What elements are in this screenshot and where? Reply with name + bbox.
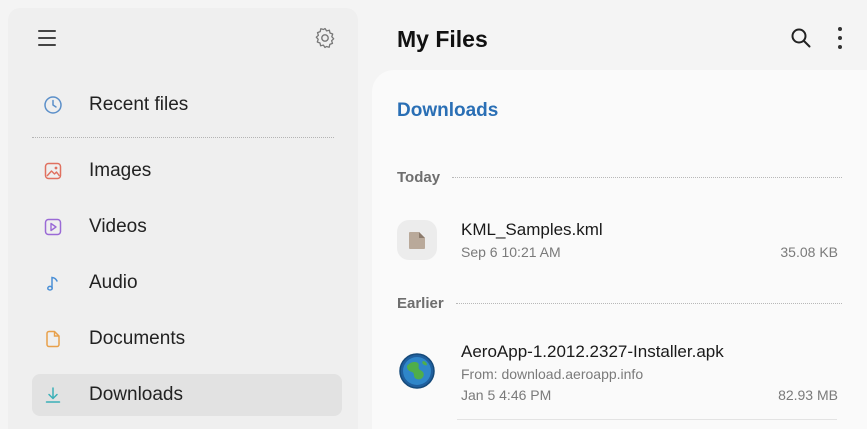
video-icon (42, 216, 64, 238)
group-label: Today (397, 168, 441, 186)
downloads-panel: Downloads Today KML_Samples.kml Sep 6 10… (372, 70, 867, 429)
sidebar-item-images[interactable]: Images (32, 150, 342, 192)
file-source: From: download.aeroapp.info (461, 366, 644, 382)
music-note-icon (42, 272, 64, 294)
download-icon (42, 384, 64, 406)
sidebar-item-label: Videos (89, 216, 147, 237)
group-header-earlier: Earlier (397, 293, 842, 313)
sidebar-item-label: Documents (89, 328, 186, 349)
apk-globe-icon (397, 351, 437, 391)
sidebar-item-label: Recent files (89, 94, 189, 115)
divider (455, 302, 842, 304)
file-name: AeroApp-1.2012.2327-Installer.apk (461, 342, 724, 361)
sidebar-header (8, 8, 358, 68)
file-row-kml[interactable]: KML_Samples.kml Sep 6 10:21 AM 35.08 KB (397, 218, 842, 268)
file-date: Jan 5 4:46 PM (461, 387, 552, 403)
divider (452, 176, 842, 178)
group-label: Earlier (397, 294, 444, 312)
generic-file-icon (397, 220, 437, 260)
divider (32, 137, 334, 138)
sidebar-item-downloads[interactable]: Downloads (32, 374, 342, 416)
file-size: 82.93 MB (778, 387, 838, 403)
sidebar-item-videos[interactable]: Videos (32, 206, 342, 248)
group-header-today: Today (397, 167, 842, 187)
sidebar-item-audio[interactable]: Audio (32, 262, 342, 304)
image-icon (42, 160, 64, 182)
sidebar: Recent files Images Videos Audio Documen… (8, 8, 358, 429)
more-vert-icon[interactable] (830, 25, 850, 51)
page-title: My Files (397, 26, 488, 52)
search-icon[interactable] (790, 27, 812, 49)
divider (457, 419, 837, 420)
file-size: 35.08 KB (780, 244, 838, 260)
section-title: Downloads (397, 100, 499, 121)
sidebar-item-label: Audio (89, 272, 138, 293)
sidebar-item-recent-files[interactable]: Recent files (32, 84, 342, 126)
sidebar-item-label: Downloads (89, 384, 183, 405)
sidebar-item-label: Images (89, 160, 152, 181)
sidebar-item-documents[interactable]: Documents (32, 318, 342, 360)
document-icon (42, 328, 64, 350)
file-name: KML_Samples.kml (461, 220, 603, 239)
hamburger-icon[interactable] (38, 30, 56, 46)
file-date: Sep 6 10:21 AM (461, 244, 561, 260)
file-row-apk[interactable]: AeroApp-1.2012.2327-Installer.apk From: … (397, 342, 842, 408)
gear-icon[interactable] (313, 26, 337, 50)
clock-icon (42, 94, 64, 116)
